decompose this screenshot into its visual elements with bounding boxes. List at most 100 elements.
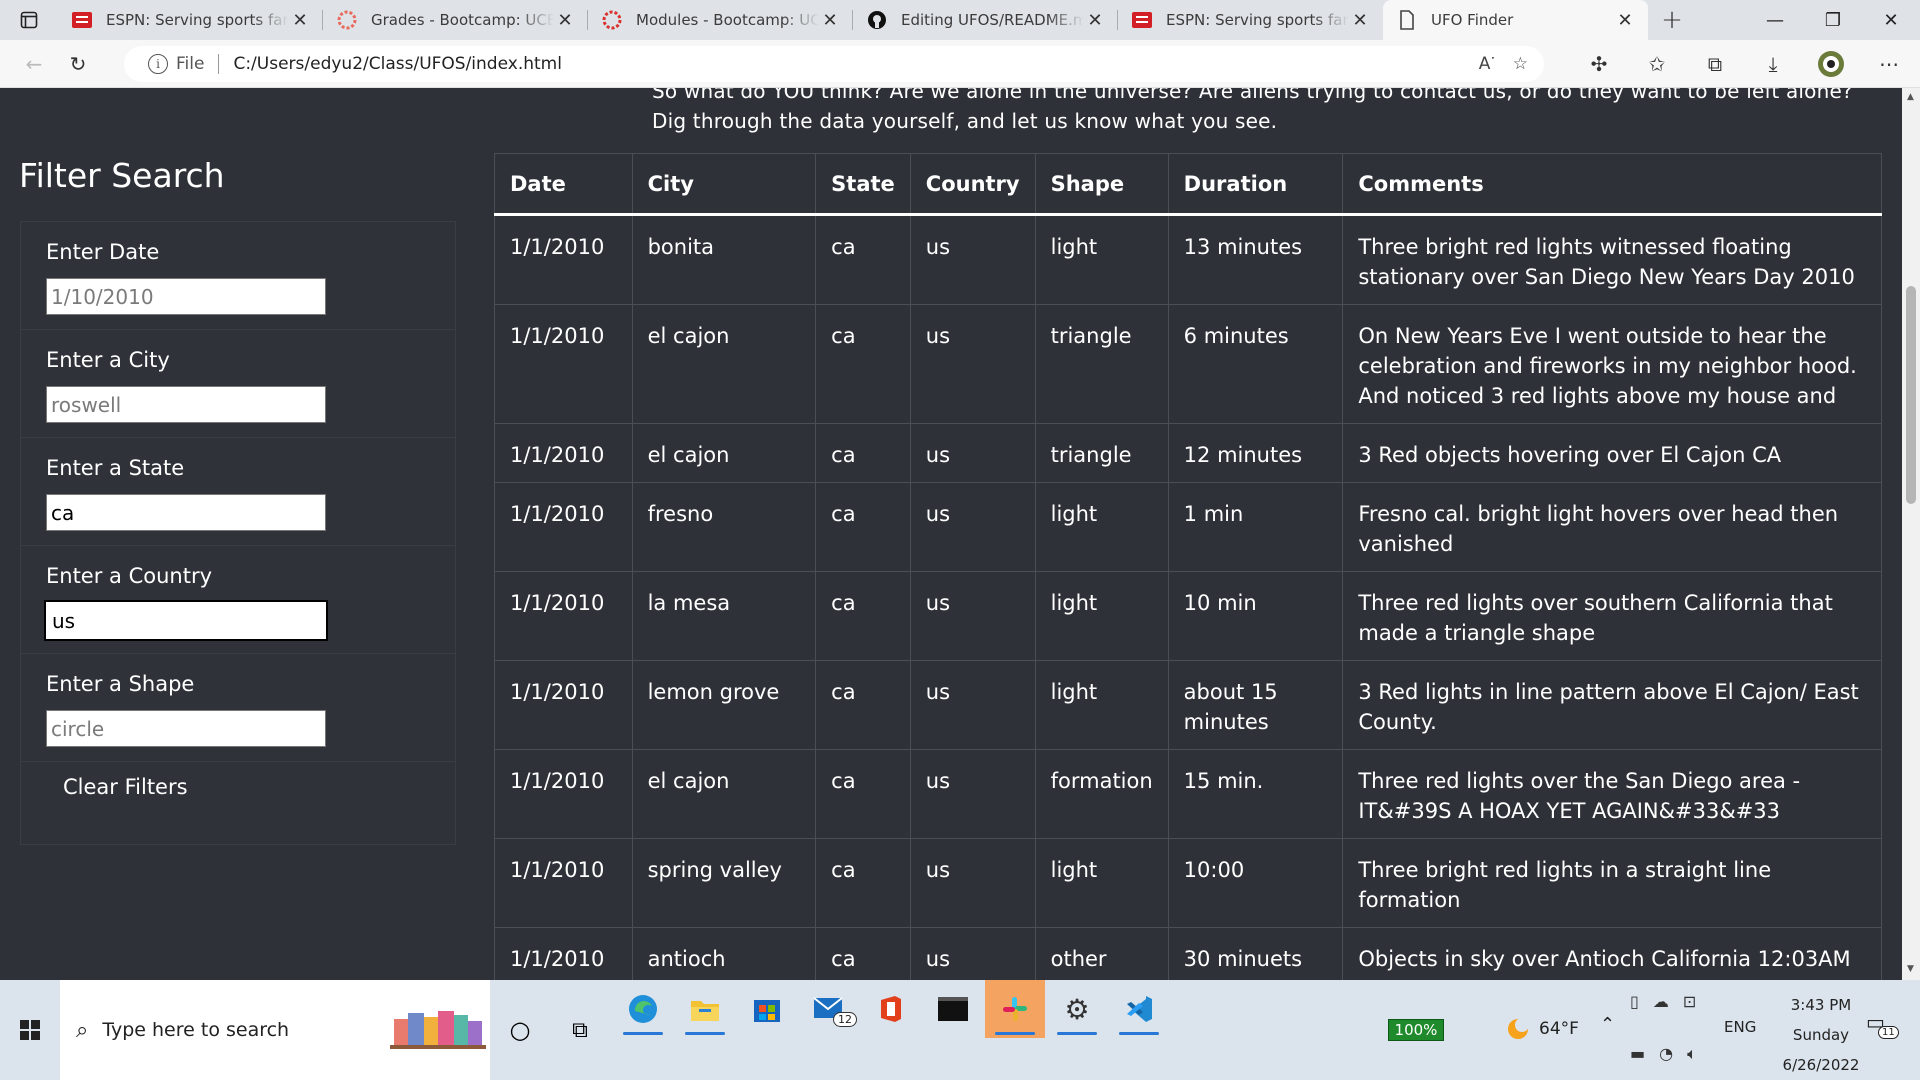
browser-tab[interactable]: Editing UFOS/README.md at main ✕	[853, 0, 1118, 40]
cell-text: us	[925, 858, 951, 882]
more-menu-button[interactable]: ⋯	[1860, 46, 1918, 82]
vscode-app[interactable]	[1109, 980, 1169, 1038]
read-aloud-icon[interactable]: Aᐝ	[1479, 54, 1495, 74]
table-cell: la mesa	[631, 571, 817, 661]
page-scrollbar[interactable]: ▲ ▼	[1902, 88, 1920, 980]
table-cell: us	[909, 571, 1036, 661]
cell-text: 6 minutes	[1183, 324, 1289, 348]
column-header: City	[631, 153, 817, 216]
back-button[interactable]: ←	[12, 46, 56, 82]
minimize-button[interactable]: —	[1746, 0, 1804, 40]
weather-temp: 64°F	[1539, 1019, 1579, 1039]
language-indicator[interactable]: ENG	[1724, 1018, 1756, 1036]
page-icon	[1397, 10, 1417, 30]
settings-app[interactable]: ⚙	[1047, 980, 1107, 1038]
scroll-thumb[interactable]	[1906, 286, 1916, 504]
close-tab-icon[interactable]: ✕	[289, 9, 311, 31]
extensions-button[interactable]: ✣	[1570, 46, 1628, 82]
clock[interactable]: 3:43 PM Sunday 6/26/2022	[1766, 990, 1876, 1080]
browser-tab-active[interactable]: UFO Finder ✕	[1383, 0, 1648, 40]
shape-input[interactable]	[46, 710, 326, 747]
table-cell: spring valley	[631, 838, 817, 928]
table-row: 1/1/2010 el cajon ca us formation 15 min. Thre…	[494, 749, 1882, 839]
scroll-up-icon[interactable]: ▲	[1907, 92, 1914, 102]
browser-tab[interactable]: ESPN: Serving sports fans. Anytime. Anyw…	[58, 0, 323, 40]
search-highlight-illustration[interactable]	[390, 1005, 486, 1049]
state-input[interactable]	[46, 494, 326, 531]
column-header: Country	[909, 153, 1036, 216]
windows-taskbar: ⌕ Type here to search ○ ⧉ 12 ⚙ 100% 64°F…	[0, 980, 1920, 1080]
browser-tab[interactable]: ESPN: Serving sports fans. Anytime. Anyw…	[1118, 0, 1383, 40]
url-text[interactable]: C:/Users/edyu2/Class/UFOS/index.html	[233, 54, 562, 74]
table-cell: ca	[815, 838, 911, 928]
volume-icon[interactable]: 🔈︎	[1687, 1044, 1697, 1064]
mail-app[interactable]: 12	[799, 980, 859, 1038]
filter-label: Enter a Shape	[46, 672, 195, 696]
cell-text: triangle	[1050, 324, 1132, 348]
table-cell: light	[1034, 571, 1169, 661]
info-icon[interactable]: i	[148, 54, 168, 74]
browser-tab[interactable]: Grades - Bootcamp: UCB-VIRT ✕	[323, 0, 588, 40]
task-view-button[interactable]: ⧉	[550, 1001, 610, 1059]
gear-icon: ⚙	[1064, 992, 1090, 1026]
cell-text: us	[925, 947, 951, 971]
country-input[interactable]	[44, 600, 328, 641]
close-window-button[interactable]: ✕	[1862, 0, 1920, 40]
profile-button[interactable]	[1802, 46, 1860, 82]
downloads-button[interactable]: ⤓	[1744, 46, 1802, 82]
battery-icon[interactable]: ▬	[1630, 1044, 1645, 1064]
restore-button[interactable]: ❐	[1804, 0, 1862, 40]
table-cell: us	[909, 423, 1036, 483]
table-cell: 1/1/2010	[494, 571, 633, 661]
new-tab-button[interactable]: +	[1648, 0, 1696, 40]
table-cell: 1/1/2010	[494, 304, 633, 424]
close-tab-icon[interactable]: ✕	[1084, 9, 1106, 31]
start-button[interactable]	[0, 980, 60, 1080]
screen-icon[interactable]: ⊡	[1683, 992, 1696, 1011]
table-cell: 10 min	[1167, 571, 1344, 661]
notification-center-button[interactable]: ▭ 11	[1866, 1010, 1899, 1039]
wifi-icon[interactable]: ◔	[1659, 1044, 1673, 1064]
column-header: State	[815, 153, 911, 216]
file-explorer-app[interactable]	[675, 980, 735, 1038]
collections-button[interactable]: ⧉	[1686, 46, 1744, 82]
show-hidden-icons-button[interactable]: ⌃	[1600, 1014, 1615, 1035]
favorites-button[interactable]: ✩	[1628, 46, 1686, 82]
scroll-down-icon[interactable]: ▼	[1907, 964, 1914, 974]
city-input[interactable]	[46, 386, 326, 423]
browser-tab[interactable]: Modules - Bootcamp: UCB-VIRT ✕	[588, 0, 853, 40]
battery-indicator[interactable]: 100%	[1388, 1019, 1444, 1041]
onedrive-icon[interactable]: ☁	[1653, 992, 1669, 1011]
cell-text: Objects in sky over Antioch California 1…	[1358, 947, 1851, 980]
close-tab-icon[interactable]: ✕	[819, 9, 841, 31]
meet-now-icon[interactable]: ▯	[1630, 992, 1639, 1011]
close-tab-icon[interactable]: ✕	[554, 9, 576, 31]
cell-text: ca	[831, 502, 856, 526]
refresh-button[interactable]: ↻	[56, 46, 100, 82]
close-tab-icon[interactable]: ✕	[1614, 9, 1636, 31]
date-input[interactable]	[46, 278, 326, 315]
clock-time: 3:43 PM	[1790, 996, 1852, 1014]
tab-actions-button[interactable]	[0, 0, 58, 40]
tab-title: Editing UFOS/README.md at main	[901, 11, 1084, 29]
terminal-app[interactable]	[923, 980, 983, 1038]
office-app[interactable]	[861, 980, 921, 1038]
puzzle-icon: ✣	[1590, 52, 1608, 76]
store-app[interactable]	[737, 980, 797, 1038]
table-cell: Three red lights over southern Californi…	[1342, 571, 1882, 661]
address-bar[interactable]: i File C:/Users/edyu2/Class/UFOS/index.h…	[124, 46, 1544, 82]
cell-text: light	[1050, 235, 1098, 259]
cell-text: 1/1/2010	[510, 324, 605, 348]
cell-text: 10:00	[1183, 858, 1245, 882]
edge-app[interactable]	[613, 980, 673, 1038]
intro-text: So what do YOU think? Are we alone in th…	[652, 88, 1882, 136]
slack-app[interactable]	[985, 980, 1045, 1038]
weather-widget[interactable]: 64°F	[1505, 1016, 1579, 1042]
add-favorite-icon[interactable]: ☆	[1513, 54, 1528, 74]
cortana-button[interactable]: ○	[490, 1001, 550, 1059]
table-cell: Objects in sky over Antioch California 1…	[1342, 927, 1882, 980]
cell-text: ca	[831, 443, 856, 467]
close-tab-icon[interactable]: ✕	[1349, 9, 1371, 31]
filter-label: Enter a Country	[46, 564, 213, 588]
clear-filters-button[interactable]: Clear Filters	[63, 775, 188, 799]
